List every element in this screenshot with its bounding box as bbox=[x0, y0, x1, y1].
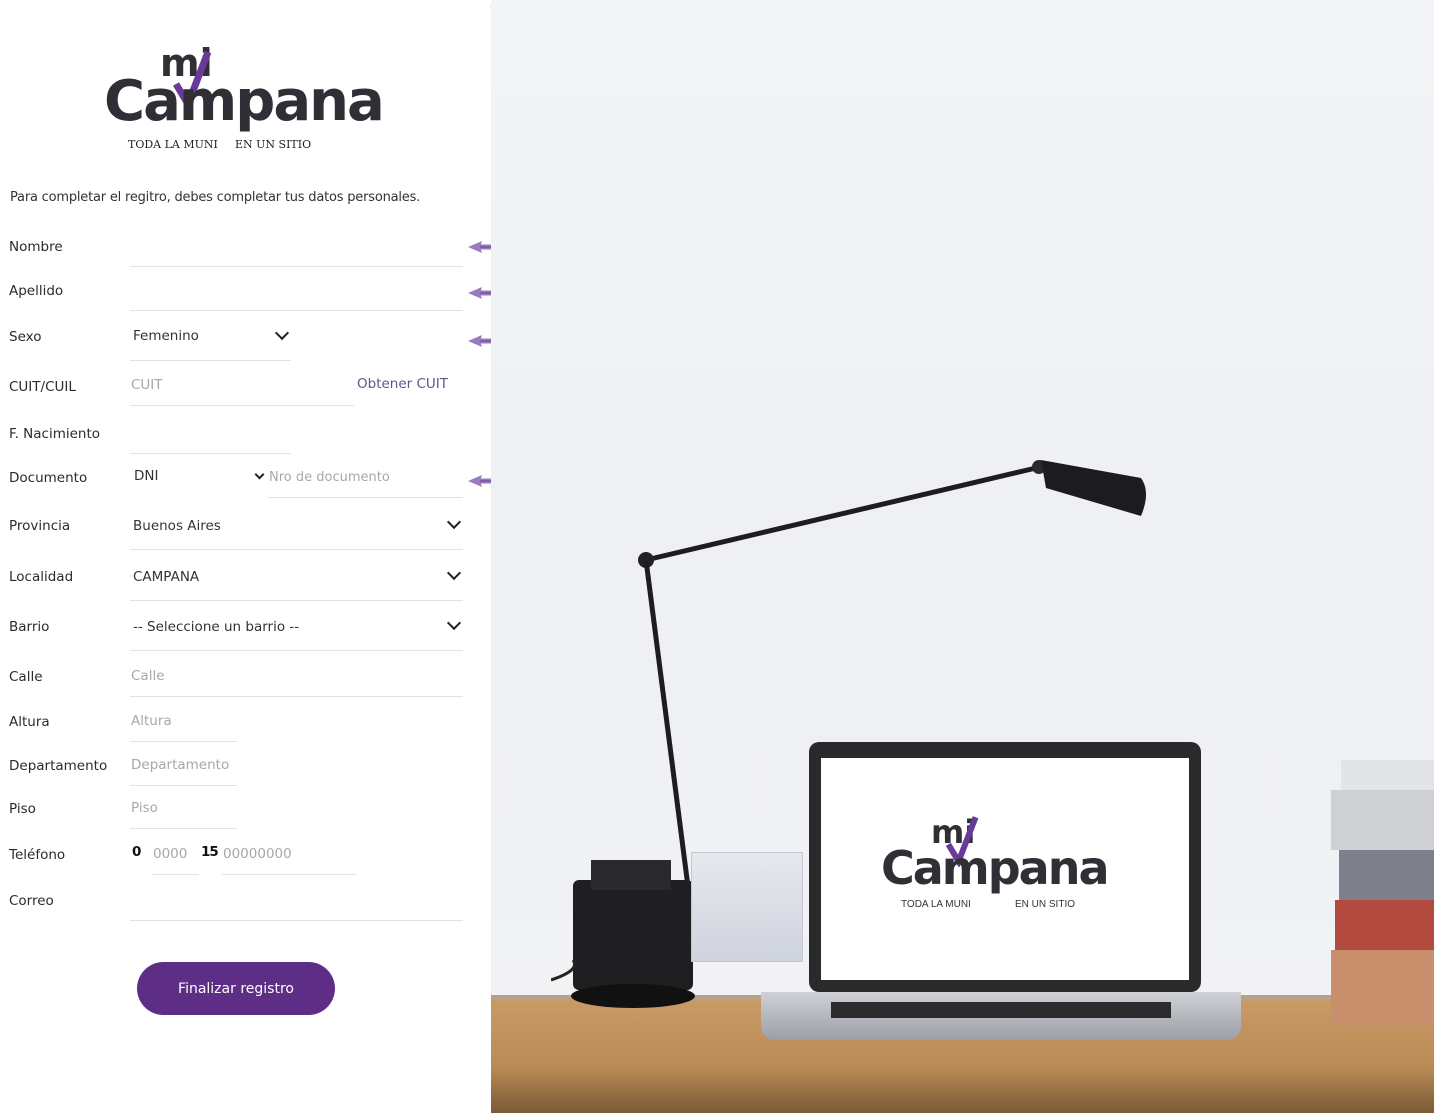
departamento-label: Departamento bbox=[9, 758, 108, 774]
provincia-select[interactable]: Buenos Aires bbox=[130, 514, 463, 550]
laptop-screen: mi Campana TODA LA MUNI EN UN SITIO bbox=[821, 758, 1189, 980]
nombre-input[interactable] bbox=[130, 236, 463, 267]
piso-input[interactable]: Piso bbox=[130, 798, 237, 829]
barrio-label: Barrio bbox=[9, 619, 50, 635]
cuit-label: CUIT/CUIL bbox=[9, 379, 76, 395]
localidad-select[interactable]: CAMPANA bbox=[130, 565, 463, 601]
laptop-keyboard bbox=[831, 1002, 1171, 1018]
chevron-down-icon bbox=[446, 565, 462, 581]
telefono-prefix: 0 bbox=[132, 844, 142, 860]
chevron-down-icon bbox=[274, 325, 290, 341]
chevron-down-icon bbox=[254, 469, 265, 480]
cuit-placeholder: CUIT bbox=[131, 377, 163, 393]
logo-tagline-left: TODA LA MUNI bbox=[128, 138, 218, 151]
nacimiento-label: F. Nacimiento bbox=[9, 426, 101, 442]
provincia-label: Provincia bbox=[9, 518, 71, 534]
telefono-area-input[interactable]: 0000 bbox=[152, 844, 199, 875]
sexo-select[interactable]: Femenino bbox=[130, 325, 291, 361]
laptop-logo-tagline-left: TODA LA MUNI bbox=[901, 899, 971, 910]
chevron-down-icon bbox=[446, 615, 462, 631]
documento-number-input[interactable]: Nro de documento bbox=[268, 467, 463, 498]
calle-placeholder: Calle bbox=[131, 668, 165, 684]
altura-label: Altura bbox=[9, 714, 50, 730]
altura-placeholder: Altura bbox=[131, 713, 172, 729]
piso-placeholder: Piso bbox=[131, 800, 158, 816]
chevron-down-icon bbox=[446, 514, 462, 530]
hero-photo: mi Campana TODA LA MUNI EN UN SITIO bbox=[491, 0, 1434, 1113]
nombre-label: Nombre bbox=[9, 239, 63, 255]
obtener-cuit-link[interactable]: Obtener CUIT bbox=[357, 376, 448, 392]
registration-panel: mi Campana TODA LA MUNI EN UN SITIO Para… bbox=[0, 0, 490, 1113]
logo-word: Campana bbox=[104, 69, 385, 134]
laptop: mi Campana TODA LA MUNI EN UN SITIO bbox=[809, 742, 1201, 992]
documento-type-select[interactable]: DNI bbox=[130, 467, 265, 497]
documento-label: Documento bbox=[9, 470, 88, 486]
telefono-number-input[interactable]: 00000000 bbox=[222, 844, 356, 875]
intro-text: Para completar el regitro, debes complet… bbox=[10, 190, 421, 205]
nacimiento-input[interactable] bbox=[130, 423, 291, 454]
sexo-label: Sexo bbox=[9, 329, 42, 345]
laptop-logo-word: Campana bbox=[881, 841, 1109, 895]
telefono-label: Teléfono bbox=[9, 847, 66, 863]
laptop-base bbox=[761, 992, 1241, 1040]
correo-input[interactable] bbox=[130, 890, 463, 921]
laptop-logo-tagline-right: EN UN SITIO bbox=[1015, 899, 1076, 910]
telefono-area-placeholder: 0000 bbox=[153, 846, 188, 862]
correo-label: Correo bbox=[9, 893, 54, 909]
telefono-mobile-prefix: 15 bbox=[201, 844, 219, 860]
logo-tagline-right: EN UN SITIO bbox=[235, 138, 312, 151]
provincia-value: Buenos Aires bbox=[133, 518, 221, 534]
departamento-input[interactable]: Departamento bbox=[130, 755, 237, 786]
finalizar-registro-button[interactable]: Finalizar registro bbox=[137, 962, 335, 1015]
documento-type-value: DNI bbox=[134, 468, 159, 484]
altura-input[interactable]: Altura bbox=[130, 711, 237, 742]
cuit-input[interactable]: CUIT bbox=[130, 375, 354, 406]
piso-label: Piso bbox=[9, 801, 36, 817]
laptop-logo: mi Campana TODA LA MUNI EN UN SITIO bbox=[879, 813, 1139, 933]
barrio-value: -- Seleccione un barrio -- bbox=[133, 619, 300, 635]
sexo-value: Femenino bbox=[133, 328, 199, 344]
calle-input[interactable]: Calle bbox=[130, 666, 463, 697]
localidad-label: Localidad bbox=[9, 569, 74, 585]
mi-campana-logo: mi Campana TODA LA MUNI EN UN SITIO bbox=[104, 44, 385, 154]
localidad-value: CAMPANA bbox=[133, 569, 200, 585]
departamento-placeholder: Departamento bbox=[131, 757, 230, 773]
book-stack bbox=[1331, 760, 1434, 1030]
telefono-number-placeholder: 00000000 bbox=[223, 846, 292, 862]
apellido-input[interactable] bbox=[130, 280, 463, 311]
calle-label: Calle bbox=[9, 669, 43, 685]
apellido-label: Apellido bbox=[9, 283, 64, 299]
book-box bbox=[691, 852, 803, 962]
documento-number-placeholder: Nro de documento bbox=[269, 470, 390, 485]
barrio-select[interactable]: -- Seleccione un barrio -- bbox=[130, 615, 463, 651]
